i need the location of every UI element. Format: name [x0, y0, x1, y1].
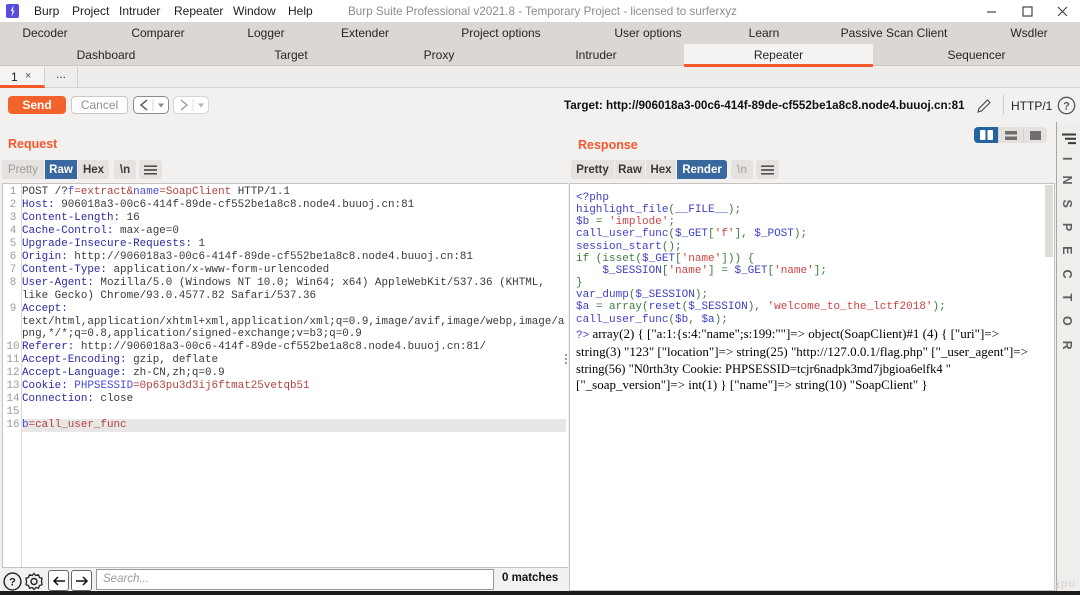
- svg-text:?: ?: [1063, 101, 1070, 113]
- svg-text:?: ?: [9, 577, 16, 589]
